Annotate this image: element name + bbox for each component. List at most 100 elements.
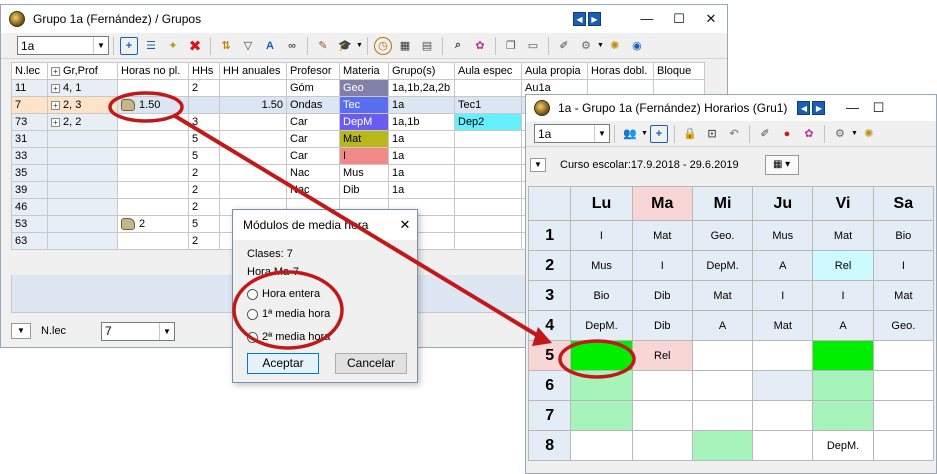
column-header[interactable]: N.lec (11, 62, 48, 80)
table-cell[interactable]: Nac (286, 164, 340, 182)
copy-icon[interactable]: ❐ (502, 37, 520, 55)
lesson-cell[interactable] (570, 430, 633, 461)
table-cell[interactable] (117, 147, 189, 165)
lesson-cell[interactable] (691, 340, 754, 371)
table-cell[interactable] (454, 181, 522, 199)
lesson-cell[interactable] (752, 370, 814, 401)
column-header[interactable]: Bloque (653, 62, 705, 80)
period-header[interactable]: 7 (527, 400, 572, 431)
table-cell[interactable] (47, 147, 118, 165)
table-cell[interactable]: Car (286, 147, 340, 165)
lesson-cell[interactable] (691, 430, 754, 461)
table-cell[interactable]: 33 (11, 147, 48, 165)
lesson-cell[interactable]: Mat (872, 280, 935, 311)
table-cell[interactable]: Car (286, 130, 340, 148)
new-row-icon[interactable]: + (120, 36, 138, 55)
lesson-cell[interactable] (631, 430, 693, 461)
table-cell[interactable]: DepM (339, 113, 389, 131)
lesson-cell[interactable]: I (752, 280, 814, 311)
table-cell[interactable] (117, 79, 189, 97)
lesson-cell[interactable]: Mat (691, 280, 754, 311)
lesson-cell[interactable] (691, 370, 754, 401)
table-cell[interactable]: 5 (188, 130, 220, 148)
table-cell[interactable] (219, 79, 287, 97)
table-cell[interactable] (454, 198, 522, 216)
table-cell[interactable]: 2 (188, 164, 220, 182)
period-header[interactable]: 3 (527, 280, 572, 311)
lesson-cell[interactable] (631, 370, 693, 401)
lesson-cell[interactable]: Mus (752, 220, 814, 251)
footer-toggle-icon[interactable]: ▼ (11, 323, 31, 339)
lesson-cell[interactable] (570, 370, 633, 401)
expand-icon[interactable]: + (51, 101, 60, 110)
class-selector[interactable]: 1a ▼ (534, 124, 610, 143)
period-header[interactable]: 1 (527, 220, 572, 251)
settings-icon[interactable]: ⚙ (831, 125, 849, 143)
expand-icon[interactable]: + (51, 67, 60, 76)
table-cell[interactable] (117, 164, 189, 182)
day-header[interactable]: Vi (812, 186, 874, 221)
expand-icon[interactable]: + (51, 118, 60, 127)
table-cell[interactable] (117, 130, 189, 148)
column-header[interactable]: HHs (188, 62, 220, 80)
lesson-cell[interactable]: I (812, 280, 874, 311)
close-button[interactable]: ✕ (695, 5, 727, 33)
column-header[interactable]: Horas dobl. (587, 62, 654, 80)
search-icon[interactable]: ⌕ (449, 37, 467, 55)
table-cell[interactable] (454, 130, 522, 148)
table-cell[interactable]: +2, 3 (47, 96, 118, 114)
table-cell[interactable]: Góm (286, 79, 340, 97)
table-cell[interactable] (219, 130, 287, 148)
chevron-down-icon[interactable]: ▼ (159, 322, 174, 340)
table-cell[interactable]: 1a (388, 130, 455, 148)
lesson-cell[interactable] (872, 430, 935, 461)
wand-icon[interactable]: ✎ (314, 37, 332, 55)
chevron-down-icon[interactable]: ▼ (93, 37, 108, 54)
pin-icon[interactable]: ● (778, 125, 796, 143)
edit-icon[interactable]: ✐ (756, 125, 774, 143)
filter-icon[interactable]: ▽ (239, 37, 257, 55)
day-header[interactable]: Ju (752, 186, 814, 221)
lesson-cell[interactable]: Rel (631, 340, 693, 371)
table-cell[interactable] (454, 79, 522, 97)
teachers-icon[interactable]: 👥 (621, 125, 639, 143)
maximize-button[interactable]: ☐ (865, 94, 891, 122)
radio-primera-media-hora[interactable]: 1ª media hora (247, 308, 330, 320)
lesson-cell[interactable]: Rel (812, 250, 874, 281)
table-cell[interactable]: 1a (388, 96, 455, 114)
table-cell[interactable]: 1a,1b (388, 113, 455, 131)
lesson-cell[interactable] (570, 400, 633, 431)
table-cell[interactable]: Mat (339, 130, 389, 148)
table-cell[interactable]: 1a (388, 164, 455, 182)
lesson-cell[interactable] (752, 400, 814, 431)
radio-circle[interactable] (247, 308, 258, 320)
table-cell[interactable]: 1.50 (219, 96, 287, 114)
table-cell[interactable]: +2, 2 (47, 113, 118, 131)
prev-arrow-icon[interactable]: ◀ (573, 12, 586, 26)
day-header[interactable]: Mi (691, 186, 754, 221)
lesson-cell[interactable] (812, 400, 874, 431)
new-row-icon[interactable]: + (649, 124, 668, 143)
column-header[interactable]: HH anuales (219, 62, 287, 80)
lesson-cell[interactable] (752, 340, 814, 371)
lesson-cell[interactable]: Dib (631, 280, 693, 311)
lesson-cell[interactable]: A (691, 310, 754, 341)
table-cell[interactable] (47, 198, 118, 216)
table-cell[interactable] (219, 164, 287, 182)
chevron-down-icon[interactable]: ▼ (594, 125, 609, 142)
column-header[interactable]: Grupo(s) (388, 62, 455, 80)
table-cell[interactable]: 35 (11, 164, 48, 182)
clock-icon[interactable]: ◷ (373, 36, 392, 55)
period-header[interactable]: 8 (527, 430, 572, 461)
table-cell[interactable] (454, 164, 522, 182)
lesson-cell[interactable]: Mus (570, 250, 633, 281)
lesson-cell[interactable]: Mat (631, 220, 693, 251)
table-cell[interactable]: 5 (188, 215, 220, 233)
cancel-button[interactable]: Cancelar (335, 353, 407, 374)
table-cell[interactable]: Nac (286, 181, 340, 199)
period-header[interactable]: 4 (527, 310, 572, 341)
nlec-input[interactable]: 7 ▼ (101, 321, 175, 341)
edit-icon[interactable]: ✐ (555, 37, 573, 55)
settings-icon[interactable]: ⚙ (577, 37, 595, 55)
flower-icon[interactable]: ✿ (471, 37, 489, 55)
